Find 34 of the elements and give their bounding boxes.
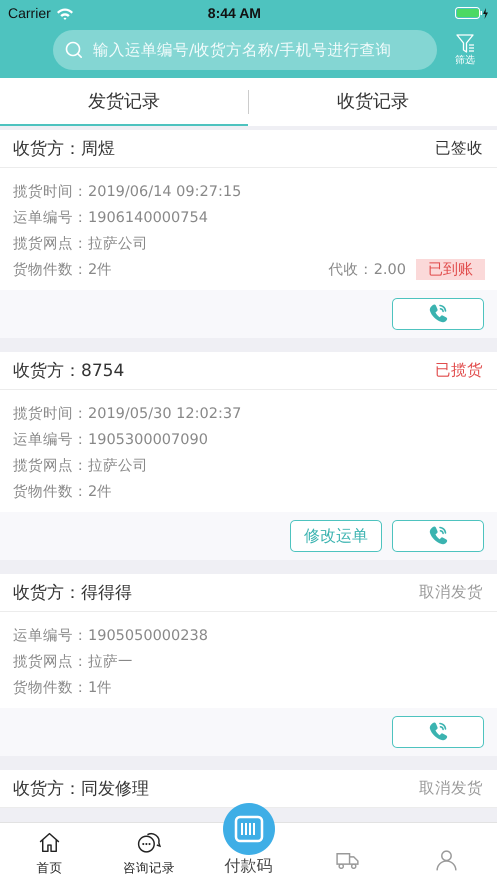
call-button[interactable] <box>392 520 484 552</box>
tab-label[interactable]: 付款码 <box>224 856 273 877</box>
collect-amount: 代收：2.00 <box>328 260 406 278</box>
info-text: 运单编号：1905300007090 <box>13 430 209 448</box>
info-text: 揽货时间：2019/06/14 09:27:15 <box>13 182 242 200</box>
info-text: 揽货网点：拉萨一 <box>13 652 134 670</box>
info-text: 货物件数：2件 <box>13 482 114 500</box>
paid-badge: 已到账 <box>416 258 485 280</box>
info-text: 揽货时间：2019/05/30 12:02:37 <box>13 404 242 422</box>
receiver-name: 收货方：得得得 <box>13 582 132 604</box>
payment-code-button[interactable] <box>222 803 275 855</box>
battery-icon <box>455 7 489 19</box>
receiver-name: 收货方：8754 <box>13 360 124 382</box>
status-label: 已签收 <box>435 138 483 159</box>
receiver-name: 收货方：同发修理 <box>13 778 149 800</box>
wifi-icon <box>56 6 74 20</box>
clock-time: 8:44 AM <box>206 5 262 21</box>
status-label: 取消发货 <box>419 778 483 799</box>
search-field[interactable]: 输入运单编号/收货方名称/手机号进行查询 <box>93 41 425 59</box>
status-label: 已揽货 <box>435 360 483 381</box>
info-text: 运单编号：1905050000238 <box>13 626 209 644</box>
info-text: 运单编号：1906140000754 <box>13 208 209 226</box>
status-label: 取消发货 <box>419 582 483 603</box>
info-text: 货物件数：1件 <box>13 678 114 696</box>
filter-icon <box>456 34 474 52</box>
search-icon <box>65 41 83 59</box>
call-button[interactable] <box>392 716 484 748</box>
info-text: 货物件数：2件 <box>13 260 114 278</box>
info-text: 揽货网点：拉萨公司 <box>13 456 149 474</box>
receiver-name: 收货方：周煜 <box>13 138 115 160</box>
call-button[interactable] <box>392 298 484 330</box>
search-bar[interactable]: 输入运单编号/收货方名称/手机号进行查询 <box>53 30 437 70</box>
info-text: 揽货网点：拉萨公司 <box>13 234 149 252</box>
carrier-label: Carrier <box>8 5 51 21</box>
